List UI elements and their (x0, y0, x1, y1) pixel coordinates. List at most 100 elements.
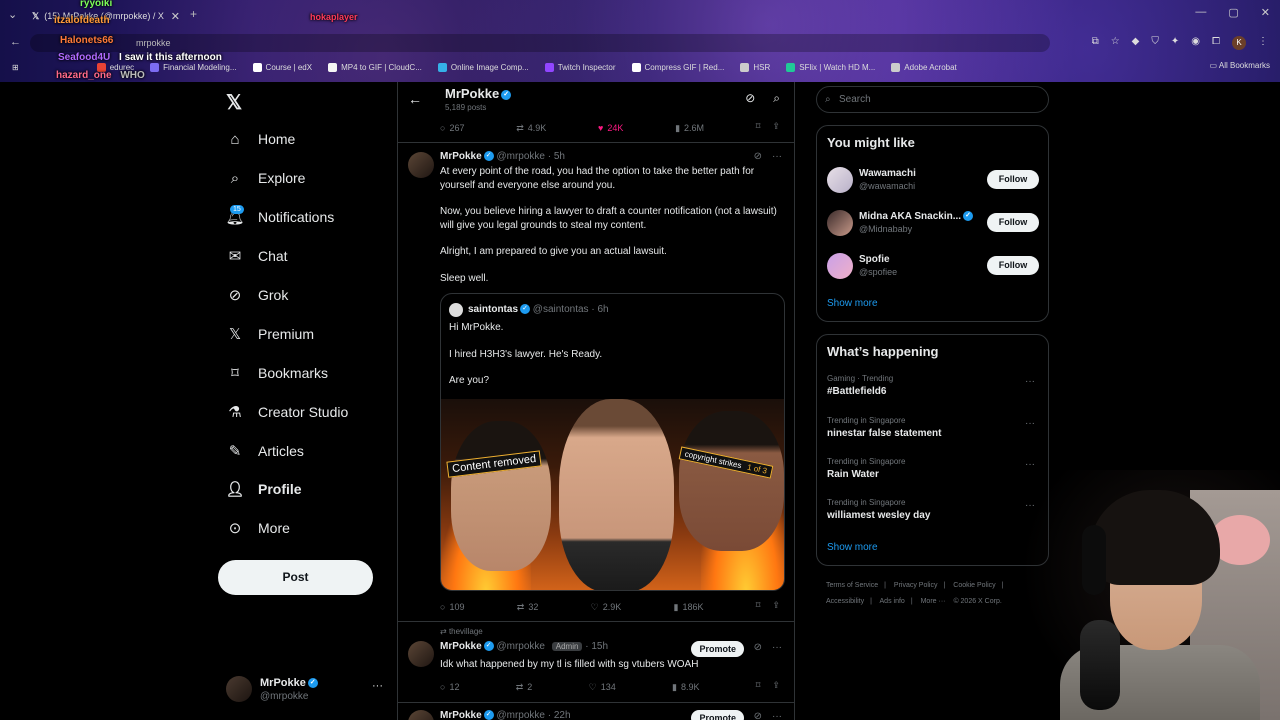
more-dots-icon[interactable]: ··· (1025, 418, 1035, 429)
share-icon[interactable]: ⇪ (772, 121, 780, 135)
author-name[interactable]: MrPokke (440, 710, 482, 720)
bookmark-item[interactable]: Course | edX (252, 62, 312, 72)
footer-link[interactable]: Accessibility (826, 598, 864, 605)
puzzle-icon[interactable]: ⧠ (1212, 36, 1220, 50)
grok-icon[interactable]: ⊘ (754, 711, 762, 720)
bookmark-item[interactable]: HSR (740, 62, 770, 72)
footer-link[interactable]: Privacy Policy (894, 582, 938, 589)
bookmark-item[interactable]: MP4 to GIF | CloudC... (328, 62, 422, 72)
nav-bookmarks[interactable]: ⌑ Bookmarks (226, 364, 328, 382)
bookmark-icon[interactable]: ⌑ (756, 121, 761, 135)
promote-button[interactable]: Promote (691, 641, 744, 657)
suggestion-item[interactable]: Wawamachi @wawamachi Follow (827, 165, 1039, 195)
share-icon[interactable]: ⇪ (772, 600, 780, 614)
trend-item[interactable]: Trending in Singapore williamest wesley … (827, 498, 1039, 528)
back-arrow-icon[interactable]: ← (408, 91, 422, 107)
suggestion-item[interactable]: Spofie @spofiee Follow (827, 251, 1039, 281)
new-tab-icon[interactable]: + (190, 7, 197, 21)
like-button[interactable]: ♡ 134 (589, 680, 616, 694)
bookmark-item[interactable]: SFlix | Watch HD M... (786, 62, 875, 72)
nav-home[interactable]: ⌂ Home (226, 130, 295, 148)
bookmark-item[interactable]: Financial Modeling... (150, 62, 237, 72)
more-dots-icon[interactable]: ··· (372, 680, 383, 692)
install-icon[interactable]: ⧉ (1092, 36, 1099, 50)
promote-button[interactable]: Promote (691, 710, 744, 720)
bookmark-icon[interactable]: ⌑ (756, 680, 761, 694)
all-bookmarks[interactable]: ▭ All Bookmarks (1210, 61, 1270, 70)
nav-more[interactable]: ⊙ More (226, 519, 290, 537)
trend-item[interactable]: Gaming · Trending #Battlefield6 ··· (827, 374, 1039, 404)
bookmark-icon[interactable]: ⌑ (756, 600, 761, 614)
follow-button[interactable]: Follow (987, 213, 1039, 232)
avatar[interactable] (408, 641, 434, 667)
extension-icon[interactable]: ◆ (1132, 36, 1140, 50)
nav-premium[interactable]: 𝕏 Premium (226, 325, 314, 343)
address-bar[interactable]: mrpokke (30, 34, 1050, 52)
reply-button[interactable]: ○ 109 (440, 600, 464, 614)
post-button[interactable]: Post (218, 560, 373, 595)
views-button[interactable]: ▮ 186K (674, 600, 704, 614)
trend-item[interactable]: Trending in Singapore ninestar false sta… (827, 416, 1039, 446)
extension-icon[interactable]: ✦ (1171, 36, 1179, 50)
footer-link[interactable]: Terms of Service (826, 582, 878, 589)
back-nav-icon[interactable]: ← (10, 36, 21, 48)
bookmark-item[interactable]: Online Image Comp... (437, 62, 529, 72)
search-icon[interactable]: ⌕ (773, 91, 780, 106)
minimize-icon[interactable]: — (1195, 6, 1206, 19)
bookmark-item[interactable]: Compress GIF | Red... (631, 62, 724, 72)
shield-icon[interactable]: ⛉ (1151, 36, 1159, 50)
avatar[interactable] (408, 710, 434, 720)
account-switcher[interactable]: MrPokke ✓ @mrpokke ··· (226, 674, 386, 706)
extension-icon[interactable]: ◉ (1191, 36, 1200, 50)
author-name[interactable]: MrPokke (440, 641, 482, 652)
views-button[interactable]: ▮ 2.6M (675, 121, 704, 135)
more-dots-icon[interactable]: ··· (772, 642, 782, 653)
nav-profile[interactable]: 👤︎ Profile (225, 480, 301, 498)
reply-button[interactable]: ○ 12 (440, 680, 459, 694)
tweet-time[interactable]: 22h (554, 710, 571, 720)
tweet-time[interactable]: 15h (591, 641, 608, 652)
grok-icon[interactable]: ⊘ (754, 151, 762, 162)
x-logo-icon[interactable]: 𝕏 (226, 90, 242, 115)
views-button[interactable]: ▮ 8.9K (672, 680, 699, 694)
grok-icon[interactable]: ⊘ (745, 91, 755, 106)
search-input[interactable]: ⌕ Search (816, 86, 1049, 113)
apps-icon[interactable]: ⊞ (12, 63, 19, 72)
quoted-tweet[interactable]: saintontas ✓ @saintontas · 6h Hi MrPokke.… (440, 293, 785, 591)
grok-icon[interactable]: ⊘ (754, 642, 762, 653)
nav-grok[interactable]: ⊘ Grok (226, 286, 289, 304)
follow-button[interactable]: Follow (987, 170, 1039, 189)
share-icon[interactable]: ⇪ (772, 680, 780, 694)
footer-link[interactable]: Ads info (880, 598, 905, 605)
more-dots-icon[interactable]: ··· (772, 711, 782, 720)
show-more-link[interactable]: Show more (827, 298, 878, 309)
footer-link[interactable]: More ··· (921, 598, 946, 605)
maximize-icon[interactable]: ▢ (1228, 6, 1238, 19)
footer-link[interactable]: Cookie Policy (953, 582, 995, 589)
show-more-link[interactable]: Show more (827, 542, 878, 553)
nav-explore[interactable]: ⌕ Explore (226, 169, 306, 187)
like-button[interactable]: ♥ 24K (598, 121, 623, 135)
menu-dots-icon[interactable]: ⋮ (1258, 36, 1268, 50)
author-name[interactable]: MrPokke (440, 151, 482, 162)
more-dots-icon[interactable]: ··· (1025, 459, 1035, 470)
tweet-time[interactable]: 5h (554, 151, 565, 162)
close-window-icon[interactable]: ✕ (1261, 6, 1270, 19)
more-dots-icon[interactable]: ··· (772, 151, 782, 162)
profile-avatar[interactable]: K (1232, 36, 1246, 50)
quote-image[interactable]: Content removed copyright strikes 1 of 3 (441, 399, 784, 590)
tab-search-icon[interactable]: ⌄ (8, 8, 17, 21)
repost-button[interactable]: ⇄ 2 (516, 680, 533, 694)
repost-button[interactable]: ⇄ 4.9K (516, 121, 546, 135)
close-tab-icon[interactable]: ✕ (171, 10, 180, 23)
nav-creator-studio[interactable]: ⚗ Creator Studio (226, 403, 348, 421)
trend-item[interactable]: Trending in Singapore Rain Water ··· (827, 457, 1039, 487)
bookmark-item[interactable]: Adobe Acrobat (891, 62, 957, 72)
nav-chat[interactable]: ✉ Chat (226, 247, 288, 265)
star-icon[interactable]: ☆ (1111, 36, 1120, 50)
reply-button[interactable]: ○ 267 (440, 121, 464, 135)
follow-button[interactable]: Follow (987, 256, 1039, 275)
like-button[interactable]: ♡ 2.9K (591, 600, 622, 614)
suggestion-item[interactable]: Midna AKA Snackin... ✓ @Midnababy Follow (827, 208, 1039, 238)
nav-articles[interactable]: ✎ Articles (226, 442, 304, 460)
